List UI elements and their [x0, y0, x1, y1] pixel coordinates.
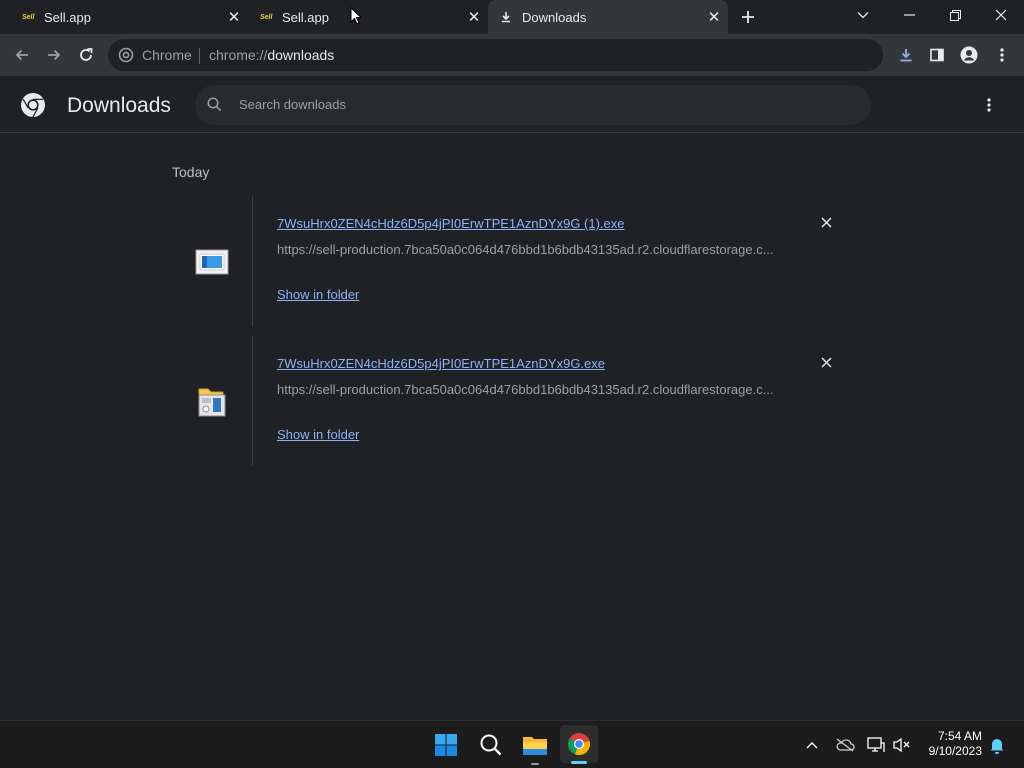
notification-bell-icon[interactable] [986, 729, 1008, 761]
card-divider [252, 196, 253, 326]
taskbar-search-icon[interactable] [475, 729, 507, 761]
installer-icon [195, 249, 229, 275]
setup-icon [196, 385, 228, 419]
restore-button[interactable] [932, 0, 978, 30]
side-panel-icon[interactable] [924, 42, 950, 68]
tab-search-chevron-icon[interactable] [840, 0, 886, 30]
downloads-toolbar-icon[interactable] [893, 42, 919, 68]
download-icon [500, 11, 512, 23]
windows-start-icon[interactable] [430, 729, 462, 761]
mouse-cursor-icon [350, 6, 363, 30]
close-tab-icon[interactable]: ✕ [706, 9, 722, 26]
download-filename-link[interactable]: 7WsuHrx0ZEN4cHdz6D5p4jPI0ErwTPE1AznDYx9G… [277, 356, 605, 371]
show-in-folder-link[interactable]: Show in folder [277, 287, 359, 302]
minimize-button[interactable] [886, 0, 932, 30]
card-divider [252, 336, 253, 466]
chrome-active-indicator [571, 761, 587, 764]
chrome-site-icon [118, 47, 134, 63]
new-tab-button[interactable] [738, 8, 758, 26]
address-bar[interactable]: Chrome chrome://downloads [108, 39, 883, 71]
url-text: chrome://downloads [209, 47, 335, 63]
downloads-header: Downloads Search downloads [0, 77, 1024, 133]
sellapp-favicon: Sell [260, 13, 273, 21]
search-icon [207, 97, 222, 112]
close-tab-icon[interactable]: ✕ [466, 9, 482, 26]
search-placeholder: Search downloads [239, 97, 346, 112]
section-label-today: Today [172, 164, 210, 180]
tab-sellapp-1[interactable]: Sell Sell.app ✕ [0, 0, 248, 34]
page-title: Downloads [67, 94, 171, 117]
chrome-taskbar-icon[interactable] [560, 725, 598, 763]
chrome-menu-icon[interactable] [989, 42, 1015, 68]
forward-button[interactable] [41, 42, 67, 68]
file-explorer-running-indicator [531, 763, 539, 765]
network-icon[interactable] [864, 729, 888, 761]
tab-sellapp-2[interactable]: Sell Sell.app ✕ [248, 0, 488, 34]
omnibox-divider [199, 48, 200, 64]
taskbar-clock[interactable]: 7:54 AM 9/10/2023 [918, 729, 982, 759]
back-button[interactable] [9, 42, 35, 68]
show-hidden-icons-chevron-icon[interactable] [800, 729, 824, 761]
tab-title: Sell.app [282, 9, 329, 25]
close-window-button[interactable] [978, 0, 1024, 30]
show-in-folder-link[interactable]: Show in folder [277, 427, 359, 442]
remove-from-list-icon[interactable] [818, 214, 834, 230]
close-tab-icon[interactable]: ✕ [226, 9, 242, 26]
remove-from-list-icon[interactable] [818, 354, 834, 370]
sellapp-favicon: Sell [22, 13, 35, 21]
download-filename-link[interactable]: 7WsuHrx0ZEN4cHdz6D5p4jPI0ErwTPE1AznDYx9G… [277, 216, 625, 231]
chrome-logo-icon [20, 92, 46, 118]
file-explorer-icon[interactable] [519, 729, 551, 761]
more-actions-icon[interactable] [986, 97, 992, 113]
reload-button[interactable] [73, 42, 99, 68]
onedrive-offline-icon[interactable] [832, 729, 858, 761]
tab-title: Sell.app [44, 9, 91, 25]
profile-avatar-icon[interactable] [956, 42, 982, 68]
site-chip-label: Chrome [142, 47, 192, 63]
download-source-url[interactable]: https://sell-production.7bca50a0c064d476… [277, 242, 777, 257]
download-source-url[interactable]: https://sell-production.7bca50a0c064d476… [277, 382, 777, 397]
search-downloads-input[interactable]: Search downloads [195, 85, 871, 125]
clock-time: 7:54 AM [937, 729, 982, 743]
tab-strip: Sell Sell.app ✕ Sell Sell.app ✕ Download… [0, 0, 1024, 34]
download-item: 7WsuHrx0ZEN4cHdz6D5p4jPI0ErwTPE1AznDYx9G… [172, 196, 836, 326]
volume-muted-icon[interactable] [890, 729, 914, 761]
windows-taskbar: 7:54 AM 9/10/2023 [0, 720, 1024, 768]
tab-title: Downloads [522, 9, 587, 25]
clock-date: 9/10/2023 [928, 744, 982, 758]
download-item: 7WsuHrx0ZEN4cHdz6D5p4jPI0ErwTPE1AznDYx9G… [172, 336, 836, 466]
tab-downloads[interactable]: Downloads ✕ [488, 0, 728, 34]
